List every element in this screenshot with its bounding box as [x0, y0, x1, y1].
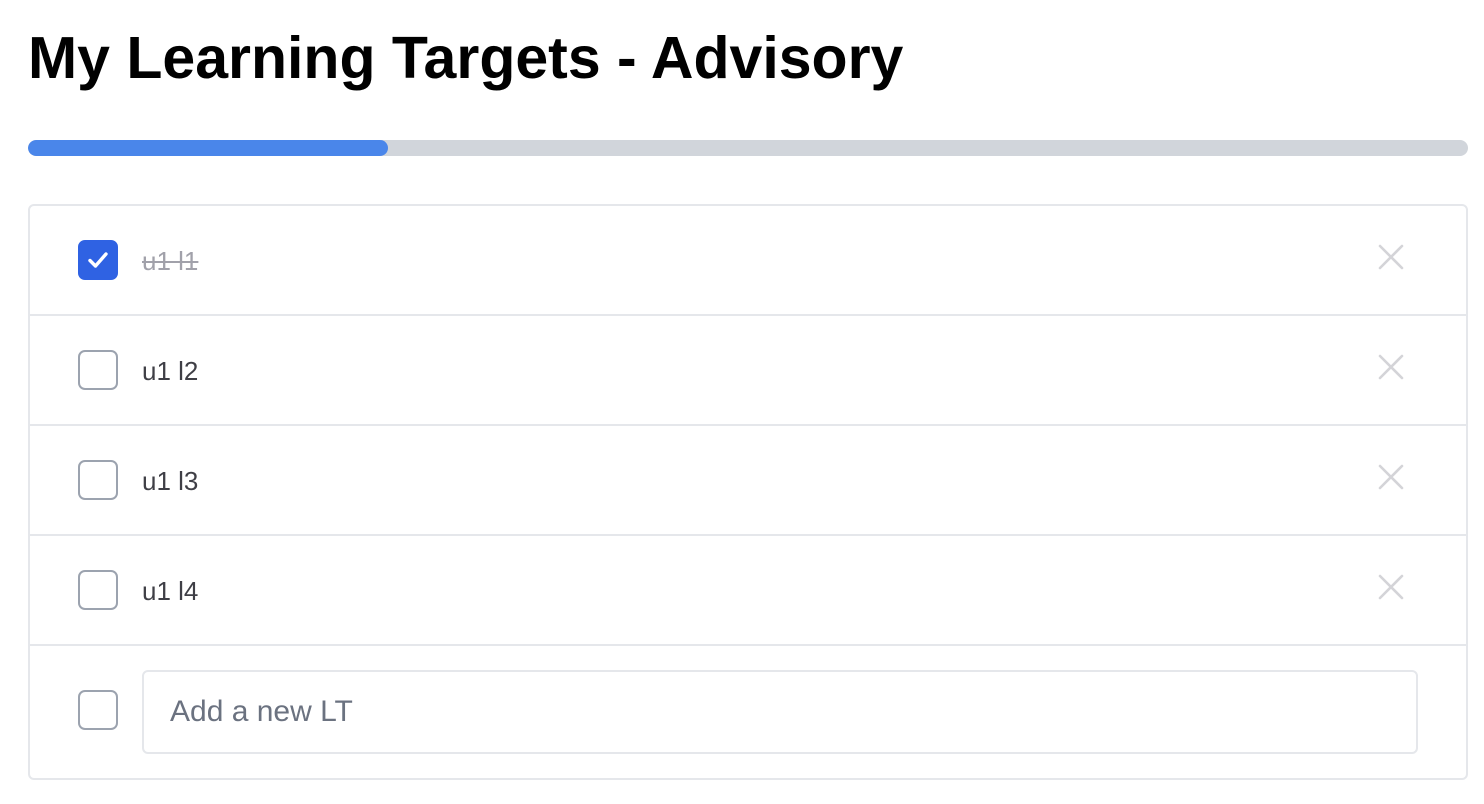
list-item: u1 l2 — [30, 316, 1466, 426]
target-label: u1 l2 — [142, 356, 199, 386]
delete-target-button[interactable] — [1376, 462, 1406, 492]
check-icon — [88, 252, 108, 268]
close-icon — [1378, 464, 1404, 490]
progress-bar-fill — [28, 140, 388, 156]
learning-targets-page: My Learning Targets - Advisory u1 l1 u1 … — [0, 0, 1484, 804]
list-item: u1 l3 — [30, 426, 1466, 536]
progress-bar — [28, 140, 1468, 156]
targets-list: u1 l1 u1 l2 u1 l3 u1 l4 Add a new LT — [28, 204, 1468, 780]
target-label: u1 l1 — [142, 246, 199, 276]
delete-target-button[interactable] — [1376, 242, 1406, 272]
page-title: My Learning Targets - Advisory — [28, 25, 904, 91]
target-checkbox[interactable] — [78, 240, 118, 280]
close-icon — [1378, 354, 1404, 380]
target-label: u1 l3 — [142, 466, 199, 496]
new-target-checkbox[interactable] — [78, 690, 118, 730]
target-checkbox[interactable] — [78, 460, 118, 500]
target-label: u1 l4 — [142, 576, 199, 606]
delete-target-button[interactable] — [1376, 352, 1406, 382]
close-icon — [1378, 244, 1404, 270]
new-target-row — [30, 646, 1466, 778]
target-checkbox[interactable] — [78, 570, 118, 610]
list-item: u1 l4 — [30, 536, 1466, 646]
target-checkbox[interactable] — [78, 350, 118, 390]
list-item: u1 l1 — [30, 206, 1466, 316]
close-icon — [1378, 574, 1404, 600]
delete-target-button[interactable] — [1376, 572, 1406, 602]
new-target-input[interactable] — [142, 670, 1418, 754]
